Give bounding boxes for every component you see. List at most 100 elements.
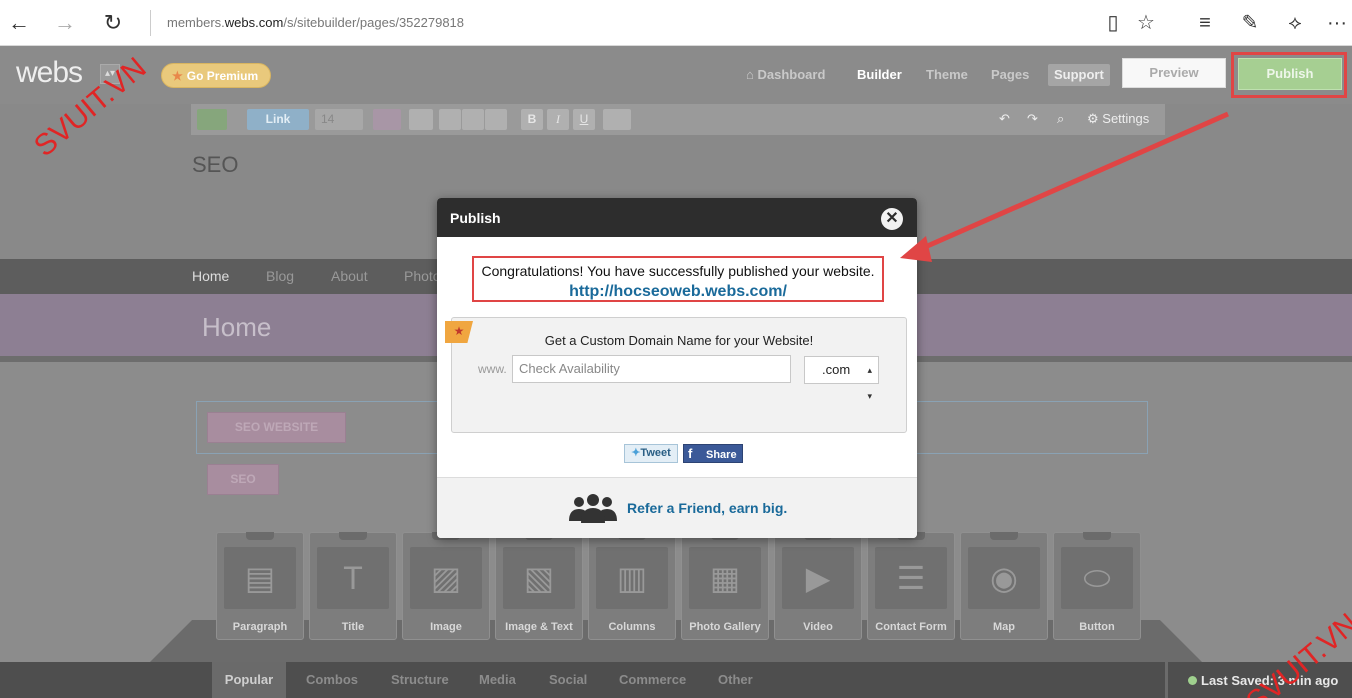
publish-highlight-box — [1231, 52, 1347, 98]
facebook-share-button[interactable]: f Share — [683, 444, 743, 463]
editor-toolbar: Link 14 B I U ↶ ↷ ⌕ ⚙ Settings — [191, 104, 1165, 135]
widget-icon: ▥ — [596, 547, 668, 609]
font-size-select[interactable]: 14 — [315, 109, 363, 130]
tab-structure[interactable]: Structure — [391, 672, 449, 687]
saved-status-dot — [1188, 676, 1197, 685]
widget-tile[interactable]: ☰ Contact Form — [867, 532, 955, 640]
widget-tile[interactable]: ▤ Paragraph — [216, 532, 304, 640]
people-icon — [569, 494, 617, 523]
hub-icon[interactable]: ≡ — [1190, 8, 1220, 38]
widget-label: Contact Form — [875, 621, 947, 633]
widget-grip — [246, 532, 274, 540]
underline-button[interactable]: U — [573, 109, 595, 130]
nav-pages[interactable]: Pages — [991, 64, 1029, 86]
preview-button[interactable]: Preview — [1122, 58, 1226, 88]
favorite-icon[interactable]: ☆ — [1131, 8, 1161, 38]
bottom-divider — [1165, 662, 1168, 698]
tab-popular[interactable]: Popular — [212, 662, 286, 698]
widget-tile[interactable]: ▧ Image & Text — [495, 532, 583, 640]
widget-tile[interactable]: ▥ Columns — [588, 532, 676, 640]
widget-tile[interactable]: ▨ Image — [402, 532, 490, 640]
link-button[interactable]: Link — [247, 109, 309, 130]
italic-button[interactable]: I — [547, 109, 569, 130]
publish-dialog: Publish ✕ Congratulations! You have succ… — [437, 198, 917, 538]
tab-media[interactable]: Media — [479, 672, 516, 687]
tab-combos[interactable]: Combos — [306, 672, 358, 687]
widget-grip — [1083, 532, 1111, 540]
star-icon[interactable] — [409, 109, 433, 130]
back-icon[interactable]: ← — [4, 8, 34, 38]
widget-icon: ◉ — [968, 547, 1040, 609]
forward-icon[interactable]: → — [50, 8, 80, 38]
refresh-icon[interactable]: ↻ — [98, 8, 128, 38]
tab-social[interactable]: Social — [549, 672, 587, 687]
settings-button[interactable]: ⚙ Settings — [1087, 111, 1149, 127]
webs-logo[interactable]: webs — [16, 56, 83, 90]
undo-icon[interactable]: ↶ — [999, 111, 1010, 127]
widget-icon: ☰ — [875, 547, 947, 609]
seo-website-button[interactable]: SEO WEBSITE — [207, 412, 346, 443]
address-bar[interactable]: members.webs.com/s/sitebuilder/pages/352… — [150, 10, 464, 36]
site-title[interactable]: SEO — [192, 152, 238, 178]
domain-search-input[interactable]: Check Availability — [512, 355, 791, 383]
dialog-footer: Refer a Friend, earn big. — [437, 477, 917, 538]
widget-label: Title — [341, 621, 365, 633]
widget-tile[interactable]: ▦ Photo Gallery — [681, 532, 769, 640]
widget-label: Video — [803, 621, 833, 633]
widget-label: Button — [1079, 621, 1115, 633]
reading-view-icon[interactable]: ▯ — [1098, 8, 1128, 38]
nav-support[interactable]: Support — [1048, 64, 1110, 86]
dialog-header: Publish ✕ — [437, 198, 917, 237]
url-path: /s/sitebuilder/pages/352279818 — [283, 15, 465, 30]
home-icon: ⌂ — [746, 67, 754, 82]
tweet-button[interactable]: ✦Tweet — [624, 444, 678, 463]
widget-tile[interactable]: ▶ Video — [774, 532, 862, 640]
go-premium-label: Go Premium — [186, 69, 259, 83]
tab-commerce[interactable]: Commerce — [619, 672, 686, 687]
text-color-picker[interactable] — [373, 109, 401, 130]
more-icon[interactable]: ··· — [1322, 8, 1352, 38]
url-domain: webs.com — [224, 15, 284, 30]
align-right-icon[interactable] — [485, 109, 507, 130]
site-nav-about[interactable]: About — [331, 268, 368, 284]
align-left-icon[interactable] — [439, 109, 461, 130]
nav-dashboard[interactable]: ⌂ Dashboard — [746, 64, 825, 86]
go-premium-button[interactable]: ★ Go Premium — [161, 63, 272, 88]
widget-grip — [339, 532, 367, 540]
tab-other[interactable]: Other — [718, 672, 753, 687]
seo-button[interactable]: SEO — [207, 464, 279, 495]
refer-friend-link[interactable]: Refer a Friend, earn big. — [627, 500, 787, 516]
widget-grip — [990, 532, 1018, 540]
close-icon[interactable]: ✕ — [881, 208, 903, 230]
bold-button[interactable]: B — [521, 109, 543, 130]
widget-tile[interactable]: ◉ Map — [960, 532, 1048, 640]
share-icon[interactable]: ⟡ — [1280, 8, 1310, 38]
url-prefix: members. — [167, 15, 225, 30]
highlight-color-picker[interactable] — [603, 109, 631, 130]
search-icon[interactable]: ⌕ — [1057, 111, 1064, 127]
browser-toolbar: ← → ↻ members.webs.com/s/sitebuilder/pag… — [0, 0, 1352, 46]
nav-builder[interactable]: Builder — [857, 64, 902, 86]
redo-icon[interactable]: ↷ — [1027, 111, 1038, 127]
published-site-link[interactable]: http://hocseoweb.webs.com/ — [474, 283, 882, 301]
widget-tile[interactable]: T Title — [309, 532, 397, 640]
select-arrows-icon: ▴ ▾ — [867, 365, 872, 401]
nav-theme[interactable]: Theme — [926, 64, 968, 86]
widget-icon: ▶ — [782, 547, 854, 609]
button-widget-icon[interactable] — [197, 109, 227, 130]
widget-tile[interactable]: ⬭ Button — [1053, 532, 1141, 640]
app-header: webs ▴▾ ★ Go Premium ⌂ Dashboard Builder … — [0, 46, 1352, 104]
tld-select[interactable]: .com ▴ ▾ — [804, 356, 879, 401]
tweet-label: Tweet — [640, 447, 671, 459]
hero-title[interactable]: Home — [202, 312, 271, 343]
success-message: Congratulations! You have successfully p… — [481, 263, 875, 279]
site-nav-home[interactable]: Home — [192, 268, 229, 284]
widget-label: Columns — [608, 621, 656, 633]
tld-value: .com — [822, 362, 851, 377]
site-nav-blog[interactable]: Blog — [266, 268, 294, 284]
custom-domain-title: Get a Custom Domain Name for your Websit… — [544, 333, 814, 348]
widget-category-bar: Popular Combos Structure Media Social Co… — [0, 662, 1352, 698]
web-note-icon[interactable]: ✎ — [1235, 8, 1265, 38]
align-center-icon[interactable] — [462, 109, 484, 130]
site-nav-photo[interactable]: Photo — [404, 268, 441, 284]
